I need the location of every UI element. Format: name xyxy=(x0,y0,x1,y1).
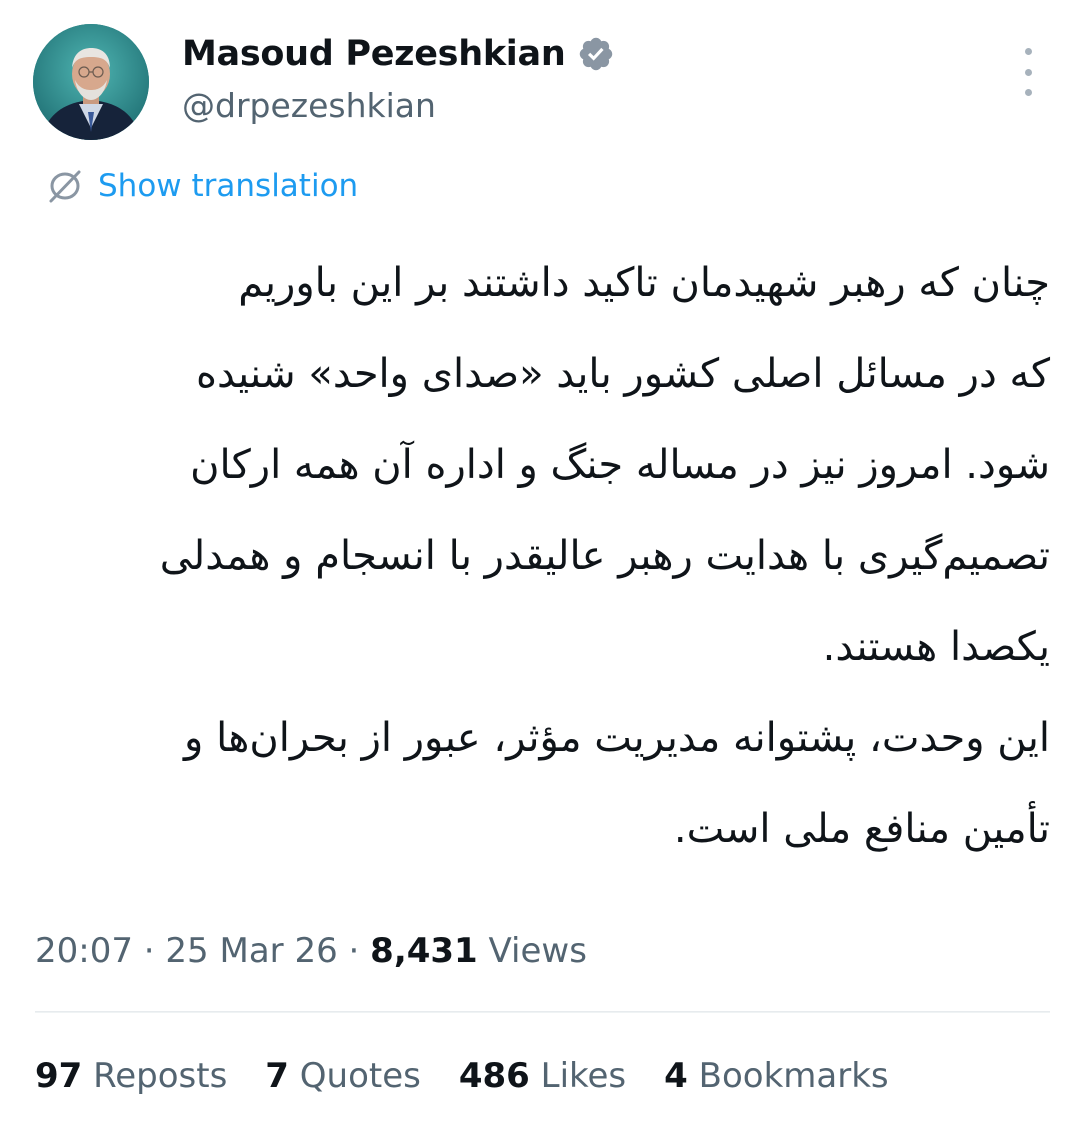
tweet-line: این وحدت، پشتوانه مدیریت مؤثر، عبور از ب… xyxy=(184,715,1050,761)
avatar-photo xyxy=(33,24,149,140)
tweet: Masoud Pezeshkian @drpezeshkian Show tra… xyxy=(0,0,1080,1133)
author-handle[interactable]: @drpezeshkian xyxy=(182,84,436,128)
verified-badge-icon[interactable] xyxy=(577,35,615,73)
views-count[interactable]: 8,431 xyxy=(370,931,478,971)
bookmarks-count: 4 xyxy=(664,1056,688,1096)
quotes-stat[interactable]: 7 Quotes xyxy=(265,1052,421,1100)
tweet-line: شود. امروز نیز در مساله جنگ و اداره آن ه… xyxy=(190,442,1050,488)
reposts-count: 97 xyxy=(35,1056,83,1096)
meta-separator: · xyxy=(337,931,371,971)
likes-count: 486 xyxy=(458,1056,530,1096)
tweet-paragraph: چنان که رهبر شهیدمان تاکید داشتند بر این… xyxy=(40,238,1050,693)
tweet-paragraph: این وحدت، پشتوانه مدیریت مؤثر، عبور از ب… xyxy=(40,693,1050,875)
likes-label: Likes xyxy=(529,1056,627,1096)
tweet-line: یکصدا هستند. xyxy=(822,624,1050,670)
meta-separator: · xyxy=(132,931,166,971)
translate-globe-icon xyxy=(46,167,84,205)
author-name-row[interactable]: Masoud Pezeshkian xyxy=(182,32,615,76)
tweet-text: چنان که رهبر شهیدمان تاکید داشتند بر این… xyxy=(40,238,1050,875)
more-dot xyxy=(1024,89,1032,96)
bookmarks-stat[interactable]: 4 Bookmarks xyxy=(664,1052,888,1100)
tweet-meta: 20:07 · 25 Mar 26 · 8,431 Views xyxy=(35,928,587,974)
quotes-count: 7 xyxy=(265,1056,289,1096)
engagement-stats: 97 Reposts 7 Quotes 486 Likes 4 Bookmark… xyxy=(35,1052,889,1100)
avatar[interactable] xyxy=(33,24,149,140)
author-display-name[interactable]: Masoud Pezeshkian xyxy=(182,32,566,76)
tweet-line: که در مسائل اصلی کشور باید «صدای واحد» ش… xyxy=(196,351,1050,397)
more-dot xyxy=(1024,68,1032,76)
show-translation-link[interactable]: Show translation xyxy=(46,164,358,208)
more-dot xyxy=(1024,48,1032,55)
tweet-line: تصمیم‌گیری با هدایت رهبر عالیقدر با انسج… xyxy=(159,533,1050,579)
tweet-time[interactable]: 20:07 xyxy=(35,931,133,971)
quotes-label: Quotes xyxy=(288,1056,421,1096)
tweet-line: چنان که رهبر شهیدمان تاکید داشتند بر این… xyxy=(238,260,1050,306)
tweet-date[interactable]: 25 Mar 26 xyxy=(165,931,337,971)
likes-stat[interactable]: 486 Likes xyxy=(459,1052,626,1100)
reposts-stat[interactable]: 97 Reposts xyxy=(35,1052,227,1100)
more-options-icon[interactable] xyxy=(1008,48,1048,96)
views-label[interactable]: Views xyxy=(478,931,587,971)
show-translation-label: Show translation xyxy=(98,168,359,204)
bookmarks-label: Bookmarks xyxy=(687,1056,889,1096)
reposts-label: Reposts xyxy=(82,1056,228,1096)
tweet-line: تأمین منافع ملی است. xyxy=(673,806,1050,852)
divider xyxy=(35,1011,1050,1013)
